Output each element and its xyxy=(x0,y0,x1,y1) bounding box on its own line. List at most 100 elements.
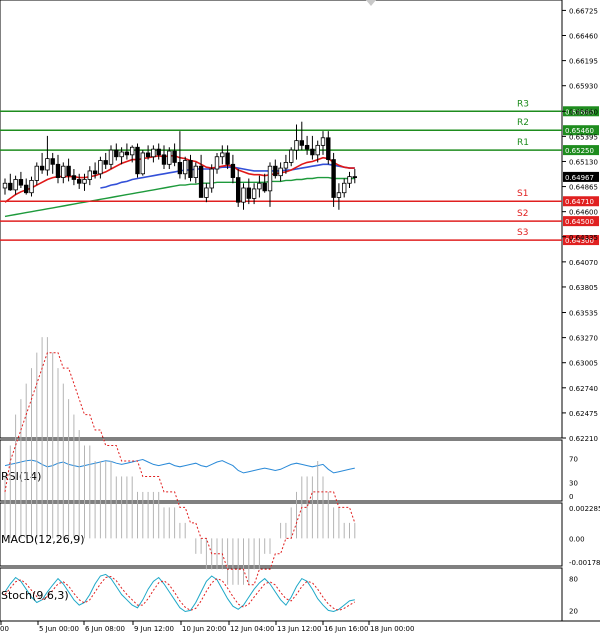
time-tick-label: 9 Jun 12:00 xyxy=(134,625,174,633)
price-tick-label: 0.64335 xyxy=(569,234,598,242)
candle-body-bull xyxy=(82,179,87,184)
price-tick-label: 0.66195 xyxy=(569,58,598,66)
candle-body-bear xyxy=(66,165,71,177)
level-name-s2: S2 xyxy=(517,209,528,219)
time-tick-label: 10 Jun 20:00 xyxy=(182,625,226,633)
price-tick-label: 0.65130 xyxy=(569,158,598,166)
time-tick-label: 18 Jun 00:00 xyxy=(370,625,414,633)
candle-body-bull xyxy=(2,182,8,189)
candle-body-bull xyxy=(108,149,114,165)
candle-body-bull xyxy=(320,137,326,146)
candle-body-bull xyxy=(129,146,135,156)
macd-tick-label: 0.00 xyxy=(569,535,585,543)
candle-body-bull xyxy=(336,192,342,198)
candle-body-bear xyxy=(246,187,251,199)
level-name-r2: R2 xyxy=(517,118,529,128)
candle-body-bear xyxy=(55,163,61,178)
candle-body-bear xyxy=(161,154,167,165)
level-name-s3: S3 xyxy=(517,228,528,238)
candle-body-bull xyxy=(204,187,209,198)
candle-body-bear xyxy=(225,152,230,165)
candle-body-bull xyxy=(45,158,50,171)
price-tick-label: 0.65660 xyxy=(569,108,598,116)
candle-body-bull xyxy=(13,179,18,191)
stoch-tick-label: 80 xyxy=(569,576,578,584)
candle-body-bear xyxy=(177,162,183,175)
price-tick-label: 0.64865 xyxy=(569,184,598,192)
candle-body-bear xyxy=(145,152,151,158)
price-tick-label: 0.64070 xyxy=(569,259,598,267)
candle-body-bear xyxy=(304,144,310,150)
candle-body-bear xyxy=(188,160,193,178)
price-tick-label: 0.64600 xyxy=(569,209,598,217)
candle-body-bear xyxy=(8,182,13,191)
candle-body-bear xyxy=(23,184,29,194)
candle-body-bull xyxy=(241,187,246,203)
candle-body-bear xyxy=(235,177,241,203)
price-tick-label: 0.65930 xyxy=(569,83,598,91)
price-tick-label: 0.63805 xyxy=(569,284,598,292)
level-price-label-r1: 0.65250 xyxy=(565,147,594,155)
candle-body-bear xyxy=(71,175,77,180)
time-tick-label: 13 Jun 12:00 xyxy=(277,625,321,633)
candle-body-bull xyxy=(209,168,214,189)
candle-body-bull xyxy=(283,162,289,169)
candle-body-bull xyxy=(214,156,220,170)
candle-body-bear xyxy=(156,148,161,156)
stoch-tick-label: 20 xyxy=(569,607,578,615)
candle-body-bull xyxy=(257,182,262,190)
level-name-r3: R3 xyxy=(517,99,529,109)
candle xyxy=(140,150,145,176)
rsi-tick-label: 70 xyxy=(569,455,578,463)
macd-tick-label: 0.002285 xyxy=(569,505,600,513)
candle-body-bear xyxy=(135,146,140,175)
candle-body-bull xyxy=(294,140,299,151)
price-tick-label: 0.63005 xyxy=(569,360,598,368)
rsi-tick-label: 30 xyxy=(569,480,578,488)
level-price-label-s1: 0.64710 xyxy=(565,198,594,206)
candle-body-bull xyxy=(315,144,320,156)
candle-body-bear xyxy=(114,149,119,158)
candle-body-bear xyxy=(103,160,108,165)
candle-body-bull xyxy=(140,152,145,175)
candle-body-bull xyxy=(278,167,283,177)
candle-body-bear xyxy=(124,151,130,156)
candle-body-bull xyxy=(119,151,124,158)
price-tick-label: 0.63270 xyxy=(569,335,598,343)
candle-body-bull xyxy=(220,152,225,158)
candle-body-bear xyxy=(198,165,204,198)
stoch-label: Stoch(9,6,3) xyxy=(1,589,69,602)
candle-body-bull xyxy=(288,149,294,163)
price-tick-label: 0.63535 xyxy=(569,310,598,318)
candle-body-bear xyxy=(273,165,278,177)
time-tick-label: 16 Jun 16:00 xyxy=(324,625,368,633)
candle-body-bull xyxy=(251,188,257,199)
candle-body-bear xyxy=(50,158,55,165)
macd-label: MACD(12,26,9) xyxy=(1,533,85,546)
candle-body-bull xyxy=(61,165,66,178)
time-tick-label: 12 Jun 04:00 xyxy=(230,625,274,633)
time-tick-label: 5 Jun 00:00 xyxy=(39,625,79,633)
candle-body-bear xyxy=(172,150,177,163)
level-price-label-s2: 0.64500 xyxy=(565,218,594,226)
candle-body-bear xyxy=(331,159,336,198)
candle-body-bear xyxy=(77,179,82,184)
forex-chart-window: R3 0.65660 R2 0.65460 R1 0.65250 S1 0.64710 S2 0.… xyxy=(0,0,600,635)
candle-body-bear xyxy=(230,163,236,178)
candle-body-bear xyxy=(326,137,331,160)
candle-body-bull xyxy=(182,160,188,175)
price-tick-label: 0.62475 xyxy=(569,410,598,418)
price-tick-label: 0.66460 xyxy=(569,33,598,41)
candle-body-bull xyxy=(167,150,172,165)
candle-body-bull xyxy=(193,165,198,178)
time-tick-label: 00 xyxy=(0,625,9,633)
candle-body-bull xyxy=(87,170,92,180)
candle-body-bear xyxy=(310,148,315,156)
level-name-r1: R1 xyxy=(517,138,529,148)
candle-body-bear xyxy=(39,165,45,171)
price-tick-label: 0.62210 xyxy=(569,435,598,443)
candle-body-bull xyxy=(267,165,273,192)
rsi-tick-label: 0 xyxy=(569,493,573,501)
price-tick-label: 0.62740 xyxy=(569,385,598,393)
time-tick-label: 6 Jun 08:00 xyxy=(85,625,125,633)
